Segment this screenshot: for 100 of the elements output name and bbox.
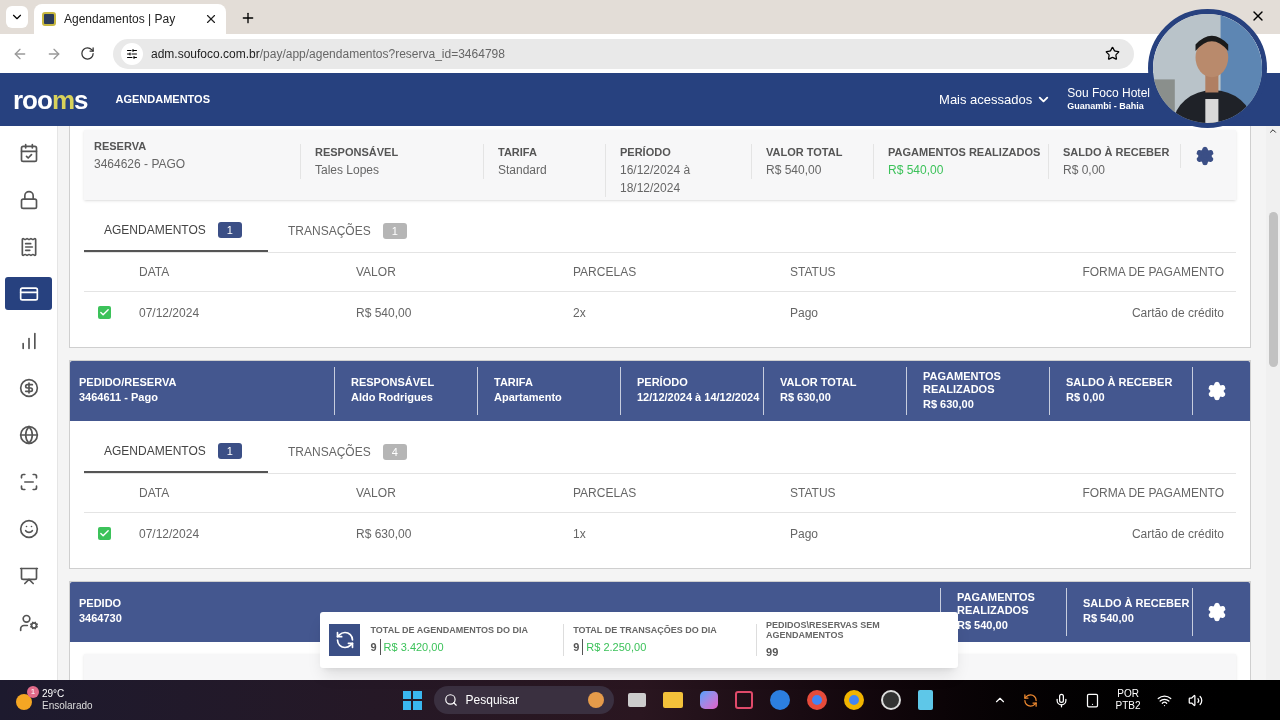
browser-icon[interactable] (843, 690, 864, 710)
notification-badge: 1 (27, 686, 39, 698)
url-text: adm.soufoco.com.br/pay/app/agendamentos?reserva_id=3464798 (151, 45, 506, 63)
summary-count: 99 (766, 644, 779, 660)
field-label: RESPONSÁVEL (351, 376, 435, 390)
table-cell-text: Pago (790, 304, 820, 322)
field-value: R$ 0,00 (1063, 161, 1106, 179)
globe-icon (18, 424, 39, 445)
field-value: R$ 540,00 (888, 161, 944, 179)
tab-title: Agendamentos | Pay (64, 11, 177, 28)
field-label: PEDIDO/RESERVA (79, 376, 177, 390)
field-value: 16/12/2024 à 18/12/2024 (620, 161, 692, 197)
close-icon[interactable] (204, 12, 218, 26)
field-value: R$ 0,00 (1066, 390, 1105, 406)
field-label: TARIFA (494, 376, 533, 390)
tab[interactable]: AGENDAMENTOS 1 (84, 431, 268, 473)
language-code[interactable]: POR (1117, 687, 1139, 700)
search-icon (443, 693, 458, 707)
address-bar[interactable]: adm.soufoco.com.br/pay/app/agendamentos?reserva_id=3464798 (113, 38, 1134, 69)
checkbox[interactable] (98, 527, 111, 540)
weather-text: Ensolarado (42, 700, 93, 713)
column-header: PARCELAS (573, 485, 638, 502)
column-header: STATUS (790, 485, 837, 502)
count-badge: 4 (382, 443, 407, 461)
notepad-icon[interactable] (917, 690, 933, 710)
tab-list-button[interactable] (6, 6, 28, 28)
tab[interactable]: TRANSAÇÕES 1 (268, 210, 452, 252)
browser-icon[interactable] (806, 690, 827, 710)
tab[interactable]: TRANSAÇÕES 4 (268, 431, 452, 473)
column-header: FORMA DE PAGAMENTO (1081, 264, 1225, 281)
field-value: 3464611 - Pago (79, 390, 158, 406)
field-label: SALDO À RECEBER (1063, 145, 1170, 160)
table-cell-text: 07/12/2024 (139, 525, 201, 543)
field-label: SALDO À RECEBER (1066, 376, 1173, 390)
browser-tab[interactable]: Agendamentos | Pay (34, 4, 226, 34)
site-icon (42, 12, 56, 26)
temperature: 29°C (42, 687, 66, 700)
field-label: PAGAMENTOS REALIZADOS (888, 145, 1041, 160)
smile-icon (18, 518, 39, 539)
table-cell-text: Pago (790, 525, 820, 543)
table-cell-text: 2x (573, 304, 587, 322)
summary-count: 9 (573, 639, 580, 655)
summary-label: TOTAL DE AGENDAMENTOS DO DIA (370, 624, 529, 635)
volume-icon[interactable] (1187, 692, 1203, 708)
column-header: VALOR (356, 264, 397, 281)
summary-label: PEDIDOS\RESERVAS SEM AGENDAMENTOS (766, 619, 881, 640)
summary-amount: R$ 3.420,00 (383, 639, 444, 655)
field-value: Apartamento (494, 390, 562, 406)
phone-app-icon[interactable] (769, 690, 790, 710)
field-label: PERÍODO (637, 376, 688, 390)
field-value: 3464730 (79, 611, 122, 627)
microphone-icon[interactable] (1053, 692, 1069, 708)
field-label: PAGAMENTOS REALIZADOS (957, 590, 1036, 617)
field-label: SALDO À RECEBER (1083, 597, 1190, 611)
most-accessed-menu[interactable]: Mais acessados (939, 89, 1052, 110)
field-value: R$ 540,00 (957, 617, 1008, 633)
summary-label: TOTAL DE TRANSAÇÕES DO DIA (573, 624, 718, 635)
keyboard-layout[interactable]: PTB2 (1115, 700, 1141, 713)
table-cell-text: 1x (573, 525, 587, 543)
summary-amount: R$ 2.250,00 (586, 639, 647, 655)
count-badge: 1 (217, 442, 242, 460)
field-label: PAGAMENTOS REALIZADOS (923, 369, 1002, 396)
new-tab-icon[interactable] (240, 10, 256, 26)
field-label: PERÍODO (620, 145, 671, 160)
taskbar-search[interactable]: Pesquisar (433, 686, 614, 714)
task-view-icon[interactable] (627, 693, 646, 707)
count-badge: 1 (382, 222, 407, 240)
snipping-tool-icon[interactable] (734, 691, 753, 709)
folder-icon[interactable] (662, 692, 683, 708)
sun-icon (16, 694, 32, 710)
recorder-icon[interactable] (880, 690, 901, 710)
sync-icon[interactable] (1022, 692, 1038, 708)
start-icon[interactable] (402, 690, 422, 710)
wifi-icon[interactable] (1156, 692, 1172, 708)
hotel-name: Sou Foco Hotel (1067, 86, 1150, 102)
tab[interactable]: AGENDAMENTOS 1 (84, 210, 268, 252)
checkbox[interactable] (98, 306, 111, 319)
hotel-location: Guanambi - Bahia (1067, 101, 1145, 113)
scroll-up-icon[interactable] (1268, 126, 1278, 136)
scrollbar-thumb[interactable] (1268, 212, 1278, 367)
summary-count: 9 (370, 639, 377, 655)
table-cell-text: R$ 540,00 (356, 304, 413, 322)
field-label: RESERVA (94, 139, 147, 154)
reload-icon[interactable] (80, 46, 95, 61)
bookmark-star-icon[interactable] (1105, 46, 1120, 61)
field-value: Tales Lopes (315, 161, 380, 179)
table-cell-text: 07/12/2024 (139, 304, 201, 322)
sidebar-item[interactable] (5, 277, 52, 310)
field-label: RESPONSÁVEL (315, 145, 399, 160)
field-value: R$ 540,00 (1083, 611, 1134, 627)
touch-keyboard-icon[interactable] (1084, 692, 1100, 708)
field-label: TARIFA (498, 145, 537, 160)
site-settings-icon[interactable] (126, 47, 138, 60)
table-cell-text: Cartão de crédito (1130, 525, 1225, 543)
logo: rooms (13, 86, 88, 113)
field-label: PEDIDO (79, 597, 122, 611)
field-value: R$ 630,00 (923, 396, 974, 412)
presentation-icon (18, 565, 39, 586)
column-header: DATA (139, 485, 171, 502)
copilot-icon[interactable] (699, 691, 718, 709)
